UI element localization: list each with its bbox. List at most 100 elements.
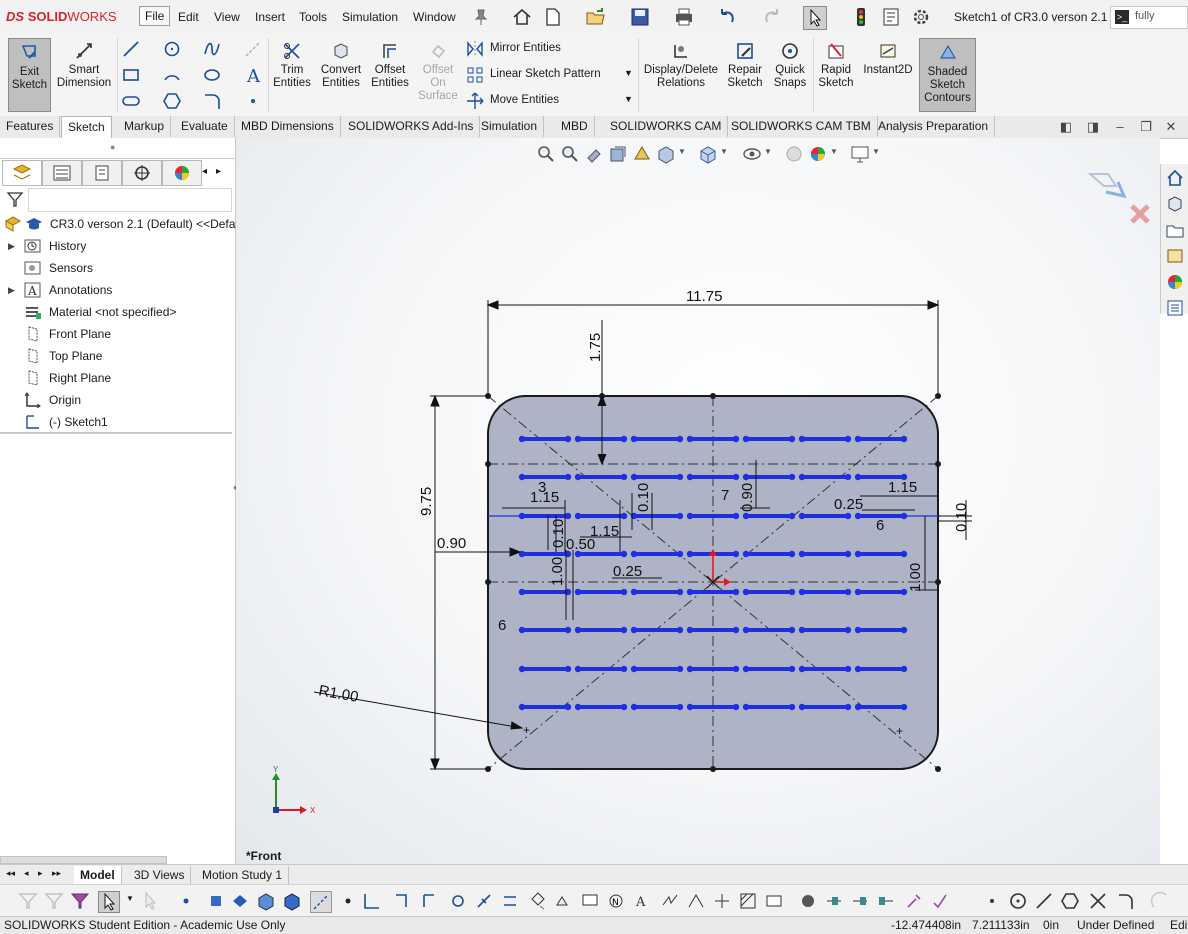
tab-simulation[interactable]: Simulation — [475, 116, 545, 137]
fillet-icon[interactable] — [202, 91, 222, 111]
slot-endpoint[interactable] — [844, 550, 852, 558]
dim-slot-height-a[interactable]: 0.10 — [550, 519, 567, 548]
slot-endpoint[interactable] — [798, 703, 806, 711]
polygon-icon[interactable] — [162, 91, 182, 111]
menu-insert[interactable]: Insert — [255, 10, 285, 24]
tab-model[interactable]: Model — [74, 866, 122, 884]
filter-face-icon[interactable] — [70, 891, 90, 911]
slot-endpoint[interactable] — [574, 588, 582, 596]
tab-features[interactable]: Features — [0, 116, 61, 137]
dim-row-pitch-a[interactable]: 1.00 — [549, 557, 566, 586]
last-tab-icon[interactable]: ▸▸ — [52, 868, 61, 879]
slot-endpoint[interactable] — [564, 626, 572, 634]
filter-icon[interactable] — [6, 190, 24, 208]
slot-endpoint[interactable] — [844, 435, 852, 443]
filter-sketch-point-icon[interactable] — [338, 891, 358, 911]
dim-overall-width[interactable]: 11.75 — [686, 288, 722, 305]
expand-arrow-icon[interactable]: ▶ — [8, 280, 15, 300]
tab-markup[interactable]: Markup — [118, 116, 172, 137]
toggle-selection-filter-icon[interactable] — [18, 891, 38, 911]
slot-endpoint[interactable] — [686, 665, 694, 673]
instant2d-button[interactable]: Instant2D — [860, 40, 916, 77]
slot-endpoint[interactable] — [518, 435, 526, 443]
slot-endpoint[interactable] — [854, 626, 862, 634]
rebuild-traffic-light-icon[interactable] — [850, 6, 872, 28]
filter-hatch-icon[interactable] — [738, 891, 758, 911]
tile-left-icon[interactable]: ◧ — [1058, 119, 1074, 135]
filter-vertex-icon[interactable] — [176, 891, 196, 911]
slot-endpoint[interactable] — [732, 588, 740, 596]
tab-solidworks-cam[interactable]: SOLIDWORKS CAM — [604, 116, 729, 137]
dim-slot-gap-a[interactable]: 0.25 — [613, 563, 642, 580]
slot-endpoint[interactable] — [518, 665, 526, 673]
dim-slot-pitch-c[interactable]: 1.15 — [888, 479, 917, 496]
slot-endpoint[interactable] — [676, 703, 684, 711]
linear-sketch-pattern-icon[interactable] — [465, 65, 485, 85]
select-pointer-icon[interactable] — [803, 6, 827, 30]
slot-endpoint[interactable] — [788, 703, 796, 711]
slot-endpoint[interactable] — [676, 550, 684, 558]
filter-edge-icon[interactable] — [206, 891, 226, 911]
dim-count-7[interactable]: 7 — [721, 487, 729, 504]
offset-entities-button[interactable]: Offset Entities — [368, 40, 412, 90]
tab-motion-study-1[interactable]: Motion Study 1 — [196, 866, 290, 884]
slot-endpoint[interactable] — [518, 626, 526, 634]
home-icon[interactable] — [511, 6, 533, 28]
centerline-icon[interactable] — [243, 39, 263, 59]
convert-entities-button[interactable]: Convert Entities — [318, 40, 364, 90]
slot-endpoint[interactable] — [518, 588, 526, 596]
slot-endpoint[interactable] — [686, 435, 694, 443]
menu-simulation[interactable]: Simulation — [342, 10, 398, 24]
slot-endpoint[interactable] — [564, 665, 572, 673]
first-tab-icon[interactable]: ◂◂ — [6, 868, 15, 879]
filter-solid-icon[interactable] — [256, 891, 276, 911]
slot-endpoint[interactable] — [844, 665, 852, 673]
filter-centermark-icon[interactable] — [712, 891, 732, 911]
move-entities-icon[interactable] — [465, 91, 485, 111]
filter-balloon-icon[interactable] — [686, 891, 706, 911]
dimxpert-manager-tab[interactable] — [122, 160, 162, 186]
slot-endpoint[interactable] — [564, 703, 572, 711]
property-manager-tab[interactable] — [42, 160, 82, 186]
mirror-entities-button[interactable]: Mirror Entities — [490, 42, 561, 54]
slot-endpoint[interactable] — [742, 703, 750, 711]
slot-endpoint[interactable] — [676, 665, 684, 673]
print-icon[interactable] — [673, 6, 695, 28]
slot-endpoint[interactable] — [686, 550, 694, 558]
slot-endpoint[interactable] — [732, 512, 740, 520]
tab-solidworks-cam-tbm[interactable]: SOLIDWORKS CAM TBM — [725, 116, 878, 137]
configuration-manager-tab[interactable] — [82, 160, 122, 186]
slot-endpoint[interactable] — [564, 512, 572, 520]
sketch-canvas[interactable]: 11.75 1.75 9.75 0.90 R1.00 1.15 3 0.10 0… — [236, 138, 1160, 868]
slot-endpoint[interactable] — [676, 473, 684, 481]
slot-endpoint[interactable] — [620, 435, 628, 443]
slot-endpoint[interactable] — [788, 588, 796, 596]
slot-endpoint[interactable] — [630, 588, 638, 596]
undo-icon[interactable] — [716, 6, 738, 28]
open-folder-icon[interactable] — [585, 6, 607, 28]
menu-tools[interactable]: Tools — [299, 10, 327, 24]
slot-endpoint[interactable] — [686, 473, 694, 481]
display-delete-relations-button[interactable]: Display/Delete Relations — [641, 40, 721, 90]
smart-dimension-button[interactable]: Smart Dimension — [54, 40, 114, 90]
menu-window[interactable]: Window — [413, 10, 456, 24]
slot-endpoint[interactable] — [620, 512, 628, 520]
slot-endpoint[interactable] — [788, 512, 796, 520]
minimize-icon[interactable]: – — [1112, 119, 1128, 135]
slot-endpoint[interactable] — [676, 588, 684, 596]
filter-annotation-icon[interactable]: A — [632, 891, 652, 911]
close-icon[interactable]: ✕ — [1163, 119, 1179, 135]
slot-endpoint[interactable] — [742, 512, 750, 520]
slot-endpoint[interactable] — [742, 435, 750, 443]
slot-endpoint[interactable] — [854, 550, 862, 558]
select-pointer-icon[interactable] — [98, 891, 120, 913]
slot-endpoint[interactable] — [854, 435, 862, 443]
slot-endpoint[interactable] — [620, 665, 628, 673]
filter-reference-point-icon[interactable] — [448, 891, 468, 911]
slot-endpoint[interactable] — [732, 473, 740, 481]
display-manager-tab[interactable] — [162, 160, 202, 186]
slot-endpoint[interactable] — [742, 473, 750, 481]
filter-axis-icon[interactable] — [420, 891, 440, 911]
slot-endpoint[interactable] — [620, 588, 628, 596]
tab-solidworks-add-ins[interactable]: SOLIDWORKS Add-Ins — [342, 116, 481, 137]
